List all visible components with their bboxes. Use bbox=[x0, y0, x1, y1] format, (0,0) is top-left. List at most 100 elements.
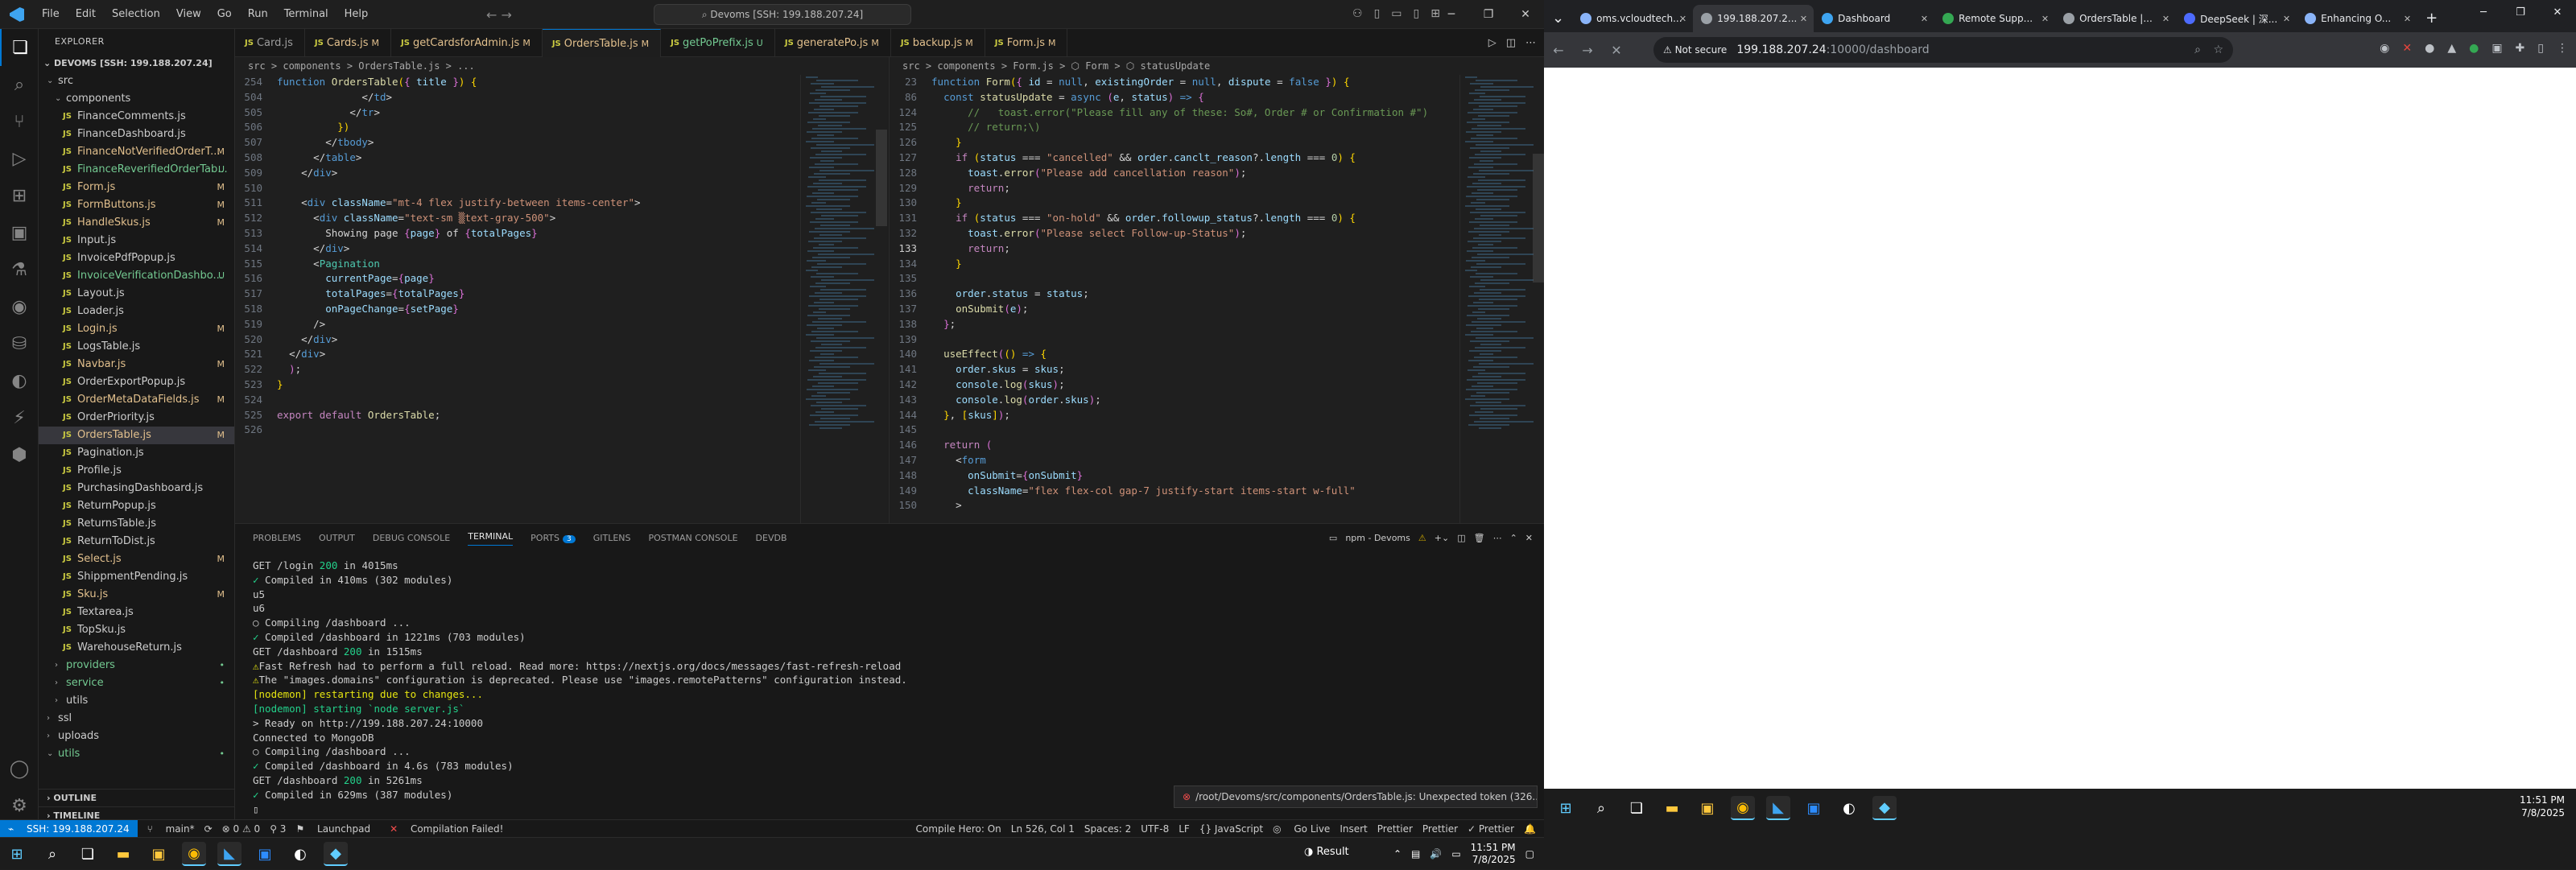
code-line[interactable]: 149 className="flex flex-col gap-7 justi… bbox=[890, 484, 1544, 499]
code-line[interactable]: 517 totalPages={totalPages} bbox=[235, 287, 887, 302]
folder-item[interactable]: › utils bbox=[39, 692, 234, 710]
browser-tab[interactable]: 199.188.207.2... ✕ bbox=[1693, 5, 1814, 32]
extensions-puzzle-icon[interactable]: ✚ bbox=[2516, 42, 2525, 55]
code-line[interactable]: 521 </div> bbox=[235, 347, 887, 362]
code-line[interactable]: 134 } bbox=[890, 257, 1544, 272]
panel-tab-gitlens[interactable]: GITLENS bbox=[593, 533, 631, 543]
docker-icon[interactable]: ⬢ bbox=[0, 436, 39, 473]
menu-file[interactable]: File bbox=[34, 0, 68, 29]
browser-tab[interactable]: OrdersTable |... ✕ bbox=[2055, 5, 2176, 32]
menu-help[interactable]: Help bbox=[336, 0, 377, 29]
app-taskbar-icon[interactable]: ◐ bbox=[288, 842, 312, 866]
new-tab-icon[interactable]: + bbox=[2417, 5, 2446, 32]
code-line[interactable]: 144 }, [skus]); bbox=[890, 408, 1544, 423]
left-scrollbar[interactable] bbox=[876, 130, 887, 226]
code-line[interactable]: 522 ); bbox=[235, 362, 887, 377]
editor-tab[interactable]: JS getPoPrefix.js U bbox=[661, 29, 775, 57]
panel-tab-ports[interactable]: PORTS 3 bbox=[530, 533, 576, 543]
folder-item[interactable]: › service • bbox=[39, 674, 234, 692]
remote-indicator[interactable]: ⌁ SSH: 199.188.207.24 bbox=[0, 819, 138, 838]
sync-icon[interactable]: ⟳ bbox=[204, 823, 213, 835]
panel-tab-debug-console[interactable]: DEBUG CONSOLE bbox=[373, 533, 450, 543]
code-line[interactable]: 146 return ( bbox=[890, 438, 1544, 453]
launchpad-item[interactable]: ⚑ Launchpad bbox=[295, 823, 370, 835]
stop-loading-icon[interactable]: ✕ bbox=[1602, 43, 1631, 58]
file-item[interactable]: JS ReturnsTable.js bbox=[39, 515, 234, 533]
chrome-taskbar-icon[interactable]: ◉ bbox=[1731, 796, 1755, 820]
restore-icon[interactable]: ❐ bbox=[1470, 0, 1507, 29]
prettier-3[interactable]: ✓ Prettier bbox=[1468, 823, 1514, 835]
account-icon[interactable]: ◯ bbox=[0, 750, 39, 787]
chrome-taskbar-icon[interactable]: ◉ bbox=[182, 842, 206, 866]
indentation[interactable]: Spaces: 2 bbox=[1084, 823, 1131, 835]
code-line[interactable]: 525 export default OrdersTable; bbox=[235, 408, 887, 423]
browser-tab[interactable]: Enhancing O... ✕ bbox=[2297, 5, 2417, 32]
code-line[interactable]: 141 order.skus = skus; bbox=[890, 362, 1544, 377]
panel-tab-terminal[interactable]: TERMINAL bbox=[468, 531, 514, 546]
minimize-icon[interactable]: ─ bbox=[1433, 0, 1470, 29]
extension-1-icon[interactable]: ◉ bbox=[2380, 42, 2389, 55]
browser-tab[interactable]: oms.vcloudtech... ✕ bbox=[1572, 5, 1693, 32]
database-icon[interactable]: ⛁ bbox=[0, 325, 39, 362]
terminal-name[interactable]: npm - Devoms bbox=[1345, 533, 1410, 543]
tray-chevron-icon[interactable]: ⌃ bbox=[1393, 848, 1402, 860]
kill-terminal-icon[interactable]: 🗑 bbox=[1474, 533, 1485, 543]
code-line[interactable]: 507 </tbody> bbox=[235, 135, 887, 150]
folder-item[interactable]: › ssl bbox=[39, 710, 234, 728]
split-terminal-icon[interactable]: ◫ bbox=[1457, 533, 1465, 543]
folder-item[interactable]: › uploads bbox=[39, 728, 234, 745]
extension-2-icon[interactable]: ✕ bbox=[2402, 42, 2412, 55]
browser-tab[interactable]: DeepSeek | 深... ✕ bbox=[2176, 5, 2297, 32]
more-actions-icon[interactable]: ⋯ bbox=[1525, 37, 1536, 49]
close-icon[interactable]: ✕ bbox=[1507, 0, 1544, 29]
file-item[interactable]: JS Profile.js bbox=[39, 462, 234, 480]
file-item[interactable]: JS InvoicePdfPopup.js bbox=[39, 249, 234, 267]
code-line[interactable]: 510 bbox=[235, 181, 887, 196]
gitlens-icon[interactable]: ◉ bbox=[0, 288, 39, 325]
code-line[interactable]: 508 </table> bbox=[235, 150, 887, 166]
language-mode[interactable]: {} JavaScript bbox=[1199, 823, 1263, 835]
code-line[interactable]: 131 if (status === "on-hold" && order.fo… bbox=[890, 211, 1544, 226]
code-line[interactable]: 520 </div> bbox=[235, 332, 887, 348]
menu-view[interactable]: View bbox=[168, 0, 209, 29]
file-item[interactable]: JS Select.js M bbox=[39, 550, 234, 568]
source-control-icon[interactable]: ⑂ bbox=[0, 103, 39, 140]
page-content-blank[interactable] bbox=[1544, 68, 2576, 789]
folder-item[interactable]: ⌄ src bbox=[39, 72, 234, 90]
extension-3-icon[interactable]: ● bbox=[2425, 42, 2434, 55]
code-line[interactable]: 23 function Form({ id = null, existingOrd… bbox=[890, 75, 1544, 90]
editor-tab[interactable]: JS Card.js bbox=[235, 29, 305, 57]
branch-indicator[interactable]: ⑂ main* bbox=[147, 823, 195, 835]
right-editor-pane[interactable]: src > components > Form.js > ⬡ Form > ⬡ … bbox=[889, 57, 1544, 523]
tab-search-icon[interactable]: ⌄ bbox=[1544, 5, 1572, 32]
back-icon[interactable]: ← bbox=[1544, 43, 1573, 58]
tab-close-icon[interactable]: ✕ bbox=[2162, 14, 2169, 24]
left-minimap[interactable] bbox=[800, 75, 874, 523]
file-item[interactable]: JS OrderPriority.js bbox=[39, 409, 234, 427]
ports-indicator[interactable]: ⚲ 3 bbox=[270, 823, 286, 835]
code-line[interactable]: 523} bbox=[235, 377, 887, 393]
code-line[interactable]: 518 onPageChange={setPage} bbox=[235, 302, 887, 317]
code-line[interactable]: 86 const statusUpdate = async (e, status… bbox=[890, 90, 1544, 105]
folder-item[interactable]: ⌄ utils • bbox=[39, 745, 234, 763]
notification-center-icon[interactable]: ▢ bbox=[1525, 848, 1534, 860]
store-icon[interactable]: ▣ bbox=[1695, 796, 1719, 820]
code-line[interactable]: 513 Showing page {page} of {totalPages} bbox=[235, 226, 887, 241]
file-item[interactable]: JS Login.js M bbox=[39, 320, 234, 338]
panel-tab-output[interactable]: OUTPUT bbox=[319, 533, 355, 543]
notifications-bell-icon[interactable]: 🔔 bbox=[1524, 823, 1536, 835]
code-line[interactable]: 124 // toast.error("Please fill any of t… bbox=[890, 105, 1544, 121]
file-item[interactable]: JS Form.js M bbox=[39, 179, 234, 196]
file-item[interactable]: JS FinanceComments.js bbox=[39, 108, 234, 126]
tab-close-icon[interactable]: ✕ bbox=[1800, 14, 1807, 24]
file-item[interactable]: JS TopSku.js bbox=[39, 621, 234, 639]
menu-run[interactable]: Run bbox=[240, 0, 276, 29]
insert-mode[interactable]: Insert bbox=[1340, 823, 1367, 835]
code-line[interactable]: 148 onSubmit={onSubmit} bbox=[890, 468, 1544, 484]
code-line[interactable]: 145 bbox=[890, 423, 1544, 438]
file-item[interactable]: JS Loader.js bbox=[39, 303, 234, 320]
code-line[interactable]: 150 > bbox=[890, 498, 1544, 513]
file-item[interactable]: JS FinanceReverifiedOrderTab... U bbox=[39, 161, 234, 179]
volume-icon[interactable]: 🔊 bbox=[1430, 848, 1442, 860]
file-item[interactable]: JS Textarea.js bbox=[39, 604, 234, 621]
